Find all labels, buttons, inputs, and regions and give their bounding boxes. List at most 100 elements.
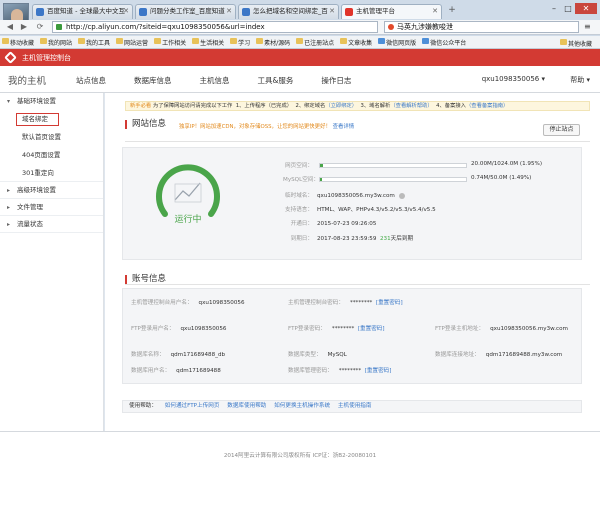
ftp-host-row: FTP登录主机地址： qxu1098350056.my3w.com (435, 324, 568, 332)
user-menu[interactable]: qxu1098350056 ▾ (482, 75, 545, 83)
nav-operation-log[interactable]: 操作日志 (321, 75, 351, 86)
reset-ftp-password-link[interactable]: [重置密码] (358, 326, 385, 332)
db-user-row: 数据库用户名： qdm171689488 (131, 366, 221, 374)
search-input[interactable]: 马英九涉嫌教唆泄 (384, 21, 579, 33)
info-icon[interactable] (398, 192, 405, 199)
db-name-value: qdm171689488_db (170, 352, 226, 358)
db-user-value: qdm171689488 (176, 368, 221, 374)
tab-favicon-icon (345, 8, 353, 16)
notice-lead: 新手必看 (130, 103, 152, 109)
sidebar-item-domain-binding[interactable]: 域名绑定 (0, 110, 103, 128)
help-menu[interactable]: 帮助 ▾ (570, 75, 590, 85)
bookmarks-bar: 移动收藏 我的网站 我的工具 网站运营 工作相关 生活相关 学习 素材/源码 已… (0, 36, 600, 49)
address-bar[interactable]: http://cp.aliyun.com/?siteid=qxu10983500… (52, 21, 378, 33)
back-arrow-icon[interactable]: ◀ (4, 21, 16, 33)
bookmark-item[interactable]: 微信公众平台 (420, 37, 466, 47)
aliyun-logo-icon (4, 51, 17, 64)
reset-cp-password-link[interactable]: [重置密码] (376, 300, 403, 306)
dns-help-link[interactable]: （查看解析帮助） (390, 103, 432, 109)
promo-message: 独享IP！网站加速CDN，对象存储OSS，让您的网站更快更好！ (179, 124, 331, 130)
kv-label: 开通日： (290, 221, 313, 227)
expire-date-row: 到期日： 2017-08-23 23:59:59 231天后到期 (283, 234, 413, 242)
kv-label: 主机管理控制台用户名： (131, 300, 193, 306)
open-date-value: 2015-07-23 09:26:05 (317, 221, 377, 227)
nav-host-info[interactable]: 主机信息 (200, 75, 230, 86)
db-type-value: MySQL (327, 352, 347, 358)
setup-notice: 新手必看 为了保障网站访问请完成以下工作 1、上传程序（已完成） 2、绑定域名（… (125, 101, 590, 111)
bookmark-item[interactable]: 网站运营 (114, 37, 148, 47)
help-link-change-os[interactable]: 如何更换主机操作系统 (274, 403, 330, 409)
bookmark-item[interactable]: 生活相关 (190, 37, 224, 47)
db-host-value: qdm171689488.my3w.com (485, 352, 563, 358)
sidebar-group-file-manage[interactable]: ▸ 文件管理 (0, 199, 103, 216)
sidebar-item-404-page[interactable]: 404页面设置 (0, 146, 103, 164)
notice-step: 1、上传程序（已完成） (235, 103, 293, 109)
nav-database-info[interactable]: 数据库信息 (134, 75, 172, 86)
bookmark-item[interactable]: 素材/源码 (254, 37, 290, 47)
sidebar-item-301-redirect[interactable]: 301重定向 (0, 164, 103, 182)
db-type-row: 数据库类型： MySQL (288, 350, 347, 358)
bookmark-item[interactable]: 工作相关 (152, 37, 186, 47)
kv-label: 数据库连接地址： (435, 352, 480, 358)
sidebar-group-basic-env[interactable]: ▾ 基础环境设置 (0, 93, 103, 110)
db-password-row: 数据库管理密码： ******** [重置密码] (288, 366, 391, 374)
help-link-database[interactable]: 数据库使用帮助 (227, 403, 266, 409)
kv-label: MySQL空间： (283, 177, 319, 183)
new-tab-button[interactable]: + (446, 4, 458, 17)
tab-strip: 百度知道 - 全球最大中文互 ✕ 问题分类工作室_百度知道 ✕ 怎么把域名和空间绑定… (32, 4, 458, 19)
tab-title: 怎么把域名和空间绑定_百 (253, 7, 328, 15)
mysql-space-bar (319, 177, 467, 182)
sidebar-group-advanced-env[interactable]: ▸ 高级环境设置 (0, 182, 103, 199)
minimize-icon[interactable]: – (547, 3, 561, 14)
browser-tab[interactable]: 怎么把域名和空间绑定_百 ✕ (238, 4, 339, 19)
kv-label: 数据库用户名： (131, 368, 171, 374)
nav-site-info[interactable]: 站点信息 (76, 75, 106, 86)
chevron-right-icon: ▸ (7, 221, 11, 228)
account-info-title: 账号信息 (125, 275, 166, 284)
kv-label: FTP登录主机地址： (435, 326, 485, 332)
bookmark-item[interactable]: 我的网站 (38, 37, 72, 47)
sidebar-item-default-page[interactable]: 默认首页设置 (0, 128, 103, 146)
sidebar-group-traffic[interactable]: ▸ 流量状态 (0, 216, 103, 233)
tab-close-icon[interactable]: ✕ (432, 5, 438, 18)
tab-close-icon[interactable]: ✕ (123, 5, 129, 18)
close-window-icon[interactable]: ✕ (575, 3, 597, 14)
tab-close-icon[interactable]: ✕ (226, 5, 232, 18)
help-link-ftp-upload[interactable]: 如何通过FTP上传网页 (165, 403, 220, 409)
kv-label: 数据库管理密码： (288, 368, 333, 374)
copyright-text: 2014阿里云计算有限公司版权所有 ICP证：浙B2-20080101 (223, 453, 377, 459)
web-space-bar (319, 163, 467, 168)
menu-icon[interactable]: ≡ (584, 21, 594, 33)
mysql-space-usage: 0.74M/50.0M (1.49%) (471, 175, 532, 181)
maximize-icon[interactable]: □ (561, 3, 575, 14)
bookmark-item[interactable]: 已注册站点 (294, 37, 334, 47)
bookmark-other-folder[interactable]: 其他收藏 (558, 39, 592, 48)
website-info-title: 网站信息 (125, 120, 166, 129)
tab-favicon-icon (139, 8, 147, 16)
ftp-host-value: qxu1098350056.my3w.com (490, 326, 568, 332)
nav-tools-services[interactable]: 工具&服务 (258, 75, 294, 86)
reset-db-password-link[interactable]: [重置密码] (365, 368, 392, 374)
help-link-host-guide[interactable]: 主机使用指南 (338, 403, 372, 409)
notice-text: 为了保障网站访问请完成以下工作 (152, 103, 233, 109)
browser-tab-active[interactable]: 主机管理平台 ✕ (341, 4, 442, 19)
bookmark-item[interactable]: 移动收藏 (0, 37, 34, 47)
chevron-right-icon: ▸ (7, 187, 11, 194)
divider (125, 284, 590, 285)
cp-username-row: 主机管理控制台用户名： qxu1098350056 (131, 298, 245, 306)
bookmark-item[interactable]: 微信网页版 (376, 37, 416, 47)
bookmark-item[interactable]: 学习 (228, 37, 250, 47)
browser-tab[interactable]: 问题分类工作室_百度知道 ✕ (135, 4, 236, 19)
icp-guide-link[interactable]: （查看备案指南） (466, 103, 508, 109)
bookmark-item[interactable]: 文章收集 (338, 37, 372, 47)
promo-text: 独享IP！网站加速CDN，对象存储OSS，让您的网站更快更好！ 查看详情 (179, 122, 354, 130)
forward-arrow-icon[interactable]: ▶ (18, 21, 30, 33)
ftp-password-value: ******** (331, 326, 355, 332)
tab-close-icon[interactable]: ✕ (329, 5, 335, 18)
stop-site-button[interactable]: 停止站点 (543, 124, 580, 136)
promo-details-link[interactable]: 查看详情 (333, 124, 355, 130)
reload-icon[interactable]: ⟳ (34, 21, 46, 33)
bind-domain-link[interactable]: （立即绑定） (325, 103, 357, 109)
bookmark-item[interactable]: 我的工具 (76, 37, 110, 47)
browser-tab[interactable]: 百度知道 - 全球最大中文互 ✕ (32, 4, 133, 19)
